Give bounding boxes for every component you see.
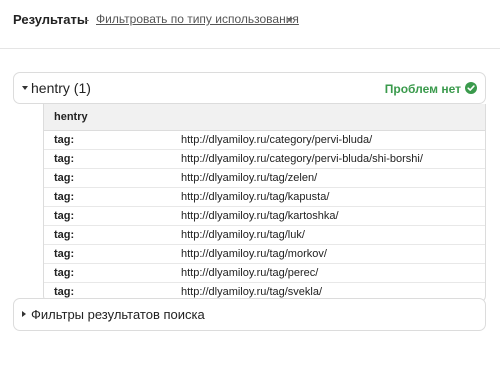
- row-value: http://dlyamiloy.ru/category/pervi-bluda…: [181, 134, 373, 146]
- filter-by-usage-link[interactable]: Фильтровать по типу использования: [96, 12, 299, 26]
- check-circle-icon: [465, 82, 477, 94]
- row-value: http://dlyamiloy.ru/tag/luk/: [181, 229, 305, 241]
- row-key: tag:: [54, 210, 75, 222]
- filters-panel-title: Фильтры результатов поиска: [31, 307, 205, 322]
- row-value: http://dlyamiloy.ru/tag/svekla/: [181, 286, 323, 298]
- row-value: http://dlyamiloy.ru/category/pervi-bluda…: [181, 153, 423, 165]
- hentry-panel-header[interactable]: hentry (1) Проблем нет: [13, 72, 486, 104]
- table-row: tag: http://dlyamiloy.ru/tag/kartoshka/: [44, 207, 485, 226]
- hentry-table: hentry tag: http://dlyamiloy.ru/category/…: [43, 104, 486, 302]
- table-row: tag: http://dlyamiloy.ru/tag/zelen/: [44, 169, 485, 188]
- header-divider: [0, 48, 500, 49]
- row-key: tag:: [54, 286, 75, 298]
- table-header: hentry: [44, 104, 485, 131]
- table-header-label: hentry: [54, 111, 88, 123]
- row-key: tag:: [54, 134, 75, 146]
- table-row: tag: http://dlyamiloy.ru/tag/morkov/: [44, 245, 485, 264]
- row-key: tag:: [54, 229, 75, 241]
- chevron-down-icon[interactable]: [287, 18, 293, 22]
- results-header: Результаты - Фильтровать по типу использ…: [0, 0, 500, 44]
- row-value: http://dlyamiloy.ru/tag/kapusta/: [181, 191, 330, 203]
- row-value: http://dlyamiloy.ru/tag/morkov/: [181, 248, 327, 260]
- row-key: tag:: [54, 248, 75, 260]
- row-key: tag:: [54, 153, 75, 165]
- table-row: tag: http://dlyamiloy.ru/tag/kapusta/: [44, 188, 485, 207]
- hentry-panel-title: hentry (1): [31, 80, 91, 96]
- table-row: tag: http://dlyamiloy.ru/category/pervi-b…: [44, 150, 485, 169]
- row-key: tag:: [54, 267, 75, 279]
- table-row: tag: http://dlyamiloy.ru/category/pervi-b…: [44, 131, 485, 150]
- expand-arrow-icon[interactable]: [22, 86, 28, 90]
- collapse-arrow-icon[interactable]: [22, 311, 26, 317]
- search-result-filters-panel[interactable]: Фильтры результатов поиска: [13, 298, 486, 331]
- row-value: http://dlyamiloy.ru/tag/perec/: [181, 267, 319, 279]
- table-row: tag: http://dlyamiloy.ru/tag/perec/: [44, 264, 485, 283]
- row-key: tag:: [54, 172, 75, 184]
- row-value: http://dlyamiloy.ru/tag/zelen/: [181, 172, 318, 184]
- page-title: Результаты: [13, 12, 88, 27]
- status-text: Проблем нет: [384, 82, 461, 96]
- title-separator: -: [85, 12, 90, 27]
- row-value: http://dlyamiloy.ru/tag/kartoshka/: [181, 210, 339, 222]
- table-row: tag: http://dlyamiloy.ru/tag/luk/: [44, 226, 485, 245]
- row-key: tag:: [54, 191, 75, 203]
